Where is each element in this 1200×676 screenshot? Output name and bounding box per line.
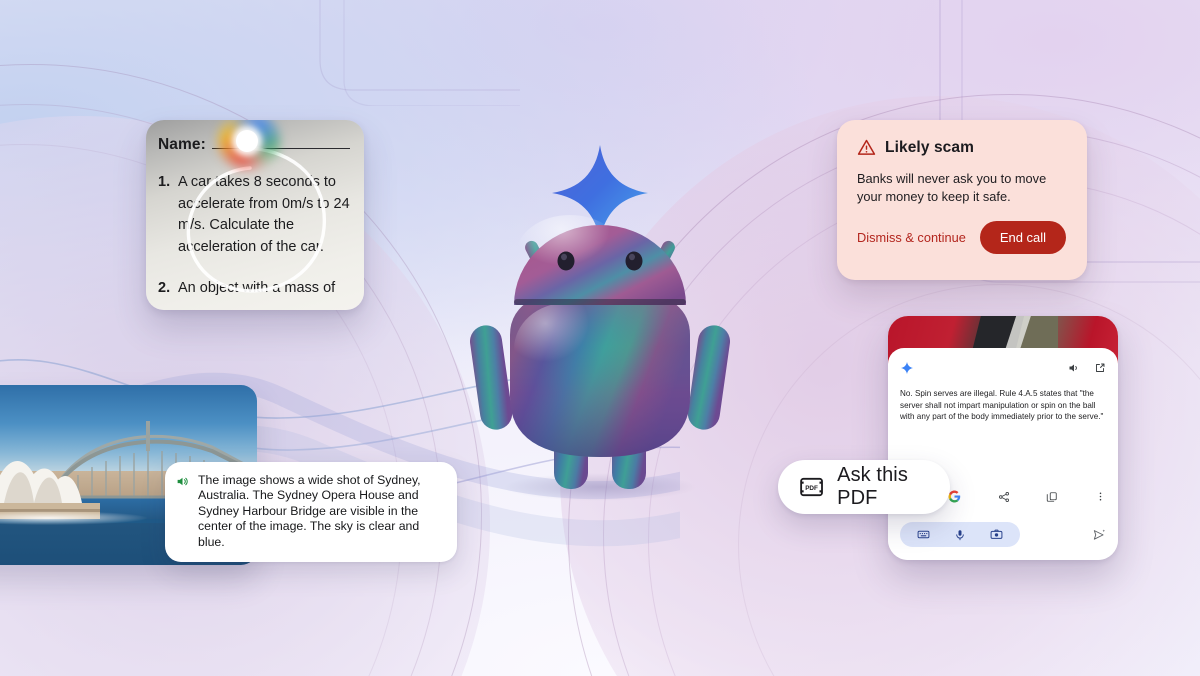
- gemini-answer-text: No. Spin serves are illegal. Rule 4.A.5 …: [900, 389, 1104, 422]
- mascot-body: [510, 287, 690, 457]
- gemini-trace-dot: [236, 130, 258, 152]
- worksheet-question-1-number: 1.: [158, 174, 171, 190]
- sydney-caption-card: The image shows a wide shot of Sydney, A…: [165, 462, 457, 563]
- send-sparkle-icon[interactable]: [1092, 528, 1106, 542]
- warning-triangle-icon: [857, 139, 876, 155]
- worksheet-question-1-text: A car takes 8 seconds to accelerate from…: [178, 174, 350, 255]
- end-call-button[interactable]: End call: [979, 221, 1067, 254]
- gemini-answer-sheet: No. Spin serves are illegal. Rule 4.A.5 …: [888, 348, 1118, 560]
- homework-worksheet-card: Name: 1. A car takes 8 seconds to accele…: [146, 120, 364, 310]
- sydney-caption-text: The image shows a wide shot of Sydney, A…: [198, 473, 421, 549]
- gemini-input-row: [900, 522, 1106, 547]
- gemini-header-actions: [1068, 362, 1106, 374]
- gemini-sparkle-icon: [900, 361, 914, 375]
- scam-header: Likely scam: [857, 138, 1067, 157]
- mascot-head: [514, 215, 686, 305]
- volume-speaker-icon[interactable]: [1068, 362, 1080, 374]
- worksheet-question-2: 2. An object with a mass of: [158, 278, 350, 300]
- gemini-sheet-header: [900, 358, 1106, 378]
- scam-title: Likely scam: [885, 138, 974, 156]
- more-vertical-icon[interactable]: [1095, 491, 1106, 502]
- pdf-icon-label: PDF: [805, 485, 818, 492]
- camera-icon[interactable]: [990, 528, 1003, 541]
- gemini-phone-card: No. Spin serves are illegal. Rule 4.A.5 …: [888, 316, 1118, 560]
- android-robot-mascot: [470, 145, 730, 501]
- background-rounded-outline: [319, 0, 520, 106]
- gemini-input-pill[interactable]: [900, 522, 1020, 547]
- ask-this-pdf-label: Ask this PDF: [837, 464, 908, 509]
- worksheet-question-1: 1. A car takes 8 seconds to accelerate f…: [158, 172, 350, 258]
- volume-speaker-icon[interactable]: [176, 475, 189, 488]
- scam-actions: Dismiss & continue End call: [857, 221, 1067, 254]
- copy-icon[interactable]: [1046, 491, 1058, 503]
- page-canvas: The image shows a wide shot of Sydney, A…: [0, 0, 1200, 676]
- microphone-icon[interactable]: [954, 529, 966, 541]
- worksheet-question-2-text: An object with a mass of: [178, 280, 336, 296]
- pdf-file-icon: PDF: [800, 477, 823, 497]
- worksheet-question-2-number: 2.: [158, 280, 171, 296]
- open-in-new-icon[interactable]: [1094, 362, 1106, 374]
- keyboard-icon[interactable]: [917, 528, 930, 541]
- ask-this-pdf-button[interactable]: PDF Ask this PDF: [778, 460, 950, 514]
- likely-scam-card: Likely scam Banks will never ask you to …: [837, 120, 1087, 280]
- share-icon[interactable]: [998, 491, 1010, 503]
- dismiss-and-continue-button[interactable]: Dismiss & continue: [857, 230, 966, 245]
- worksheet-name-label: Name:: [158, 136, 206, 153]
- phone-side-button[interactable]: [1115, 552, 1118, 560]
- scam-body-text: Banks will never ask you to move your mo…: [857, 171, 1047, 204]
